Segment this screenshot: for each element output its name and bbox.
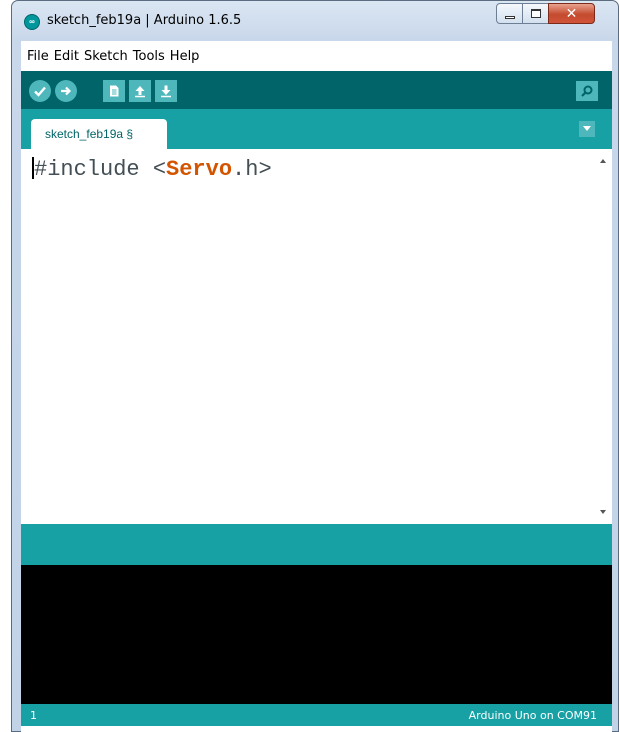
tab-label: sketch_feb19a § bbox=[45, 127, 134, 141]
close-angle-bracket: > bbox=[258, 157, 272, 182]
tab-sketch[interactable]: sketch_feb19a § bbox=[31, 119, 167, 149]
menu-sketch[interactable]: Sketch bbox=[84, 49, 128, 64]
menu-bar: File Edit Sketch Tools Help bbox=[21, 41, 612, 71]
toolbar bbox=[21, 71, 612, 109]
serial-monitor-button[interactable] bbox=[576, 81, 598, 101]
board-port-label: Arduino Uno on COM91 bbox=[468, 708, 597, 722]
line-number: 1 bbox=[30, 708, 37, 722]
close-icon: ✕ bbox=[565, 5, 578, 22]
upload-button[interactable] bbox=[55, 80, 77, 102]
save-button[interactable] bbox=[155, 80, 177, 102]
verify-button[interactable] bbox=[29, 80, 51, 102]
minimize-icon bbox=[504, 16, 515, 19]
new-button[interactable] bbox=[103, 80, 125, 102]
serial-monitor-icon bbox=[581, 85, 593, 97]
scroll-up-icon[interactable] bbox=[600, 159, 606, 163]
menu-edit[interactable]: Edit bbox=[54, 49, 79, 64]
save-icon bbox=[161, 85, 171, 98]
new-icon bbox=[110, 85, 119, 97]
status-bar: 1 Arduino Uno on COM91 bbox=[21, 704, 612, 726]
include-directive: #include bbox=[34, 157, 153, 182]
chevron-down-icon bbox=[583, 126, 591, 131]
open-button[interactable] bbox=[129, 80, 151, 102]
close-button[interactable]: ✕ bbox=[548, 3, 595, 24]
tab-menu-button[interactable] bbox=[579, 121, 595, 137]
code-editor[interactable]: #include <Servo.h> bbox=[21, 149, 612, 524]
verify-icon bbox=[34, 86, 46, 97]
arduino-logo-icon: ∞ bbox=[24, 14, 40, 30]
open-angle-bracket: < bbox=[152, 157, 167, 182]
header-extension: .h bbox=[232, 157, 259, 182]
editor-scrollbar[interactable] bbox=[595, 149, 612, 524]
console-output[interactable] bbox=[21, 565, 612, 704]
client-area: File Edit Sketch Tools Help sketch_feb19… bbox=[21, 41, 612, 732]
maximize-button[interactable] bbox=[522, 3, 549, 24]
menu-tools[interactable]: Tools bbox=[133, 49, 165, 64]
menu-file[interactable]: File bbox=[27, 49, 49, 64]
tab-bar: sketch_feb19a § bbox=[21, 109, 612, 149]
open-icon bbox=[135, 86, 145, 98]
window-title: sketch_feb19a | Arduino 1.6.5 bbox=[47, 13, 242, 28]
scroll-down-icon[interactable] bbox=[600, 510, 606, 514]
menu-help[interactable]: Help bbox=[170, 49, 200, 64]
title-bar[interactable]: ∞ sketch_feb19a | Arduino 1.6.5 ✕ bbox=[12, 1, 618, 41]
upload-icon bbox=[61, 86, 72, 96]
header-name: Servo bbox=[166, 157, 233, 182]
code-line-1: #include <Servo.h> bbox=[32, 157, 272, 182]
message-bar[interactable] bbox=[21, 524, 612, 565]
app-window: ∞ sketch_feb19a | Arduino 1.6.5 ✕ File E… bbox=[11, 0, 619, 732]
maximize-icon bbox=[530, 9, 541, 18]
minimize-button[interactable] bbox=[496, 3, 523, 24]
